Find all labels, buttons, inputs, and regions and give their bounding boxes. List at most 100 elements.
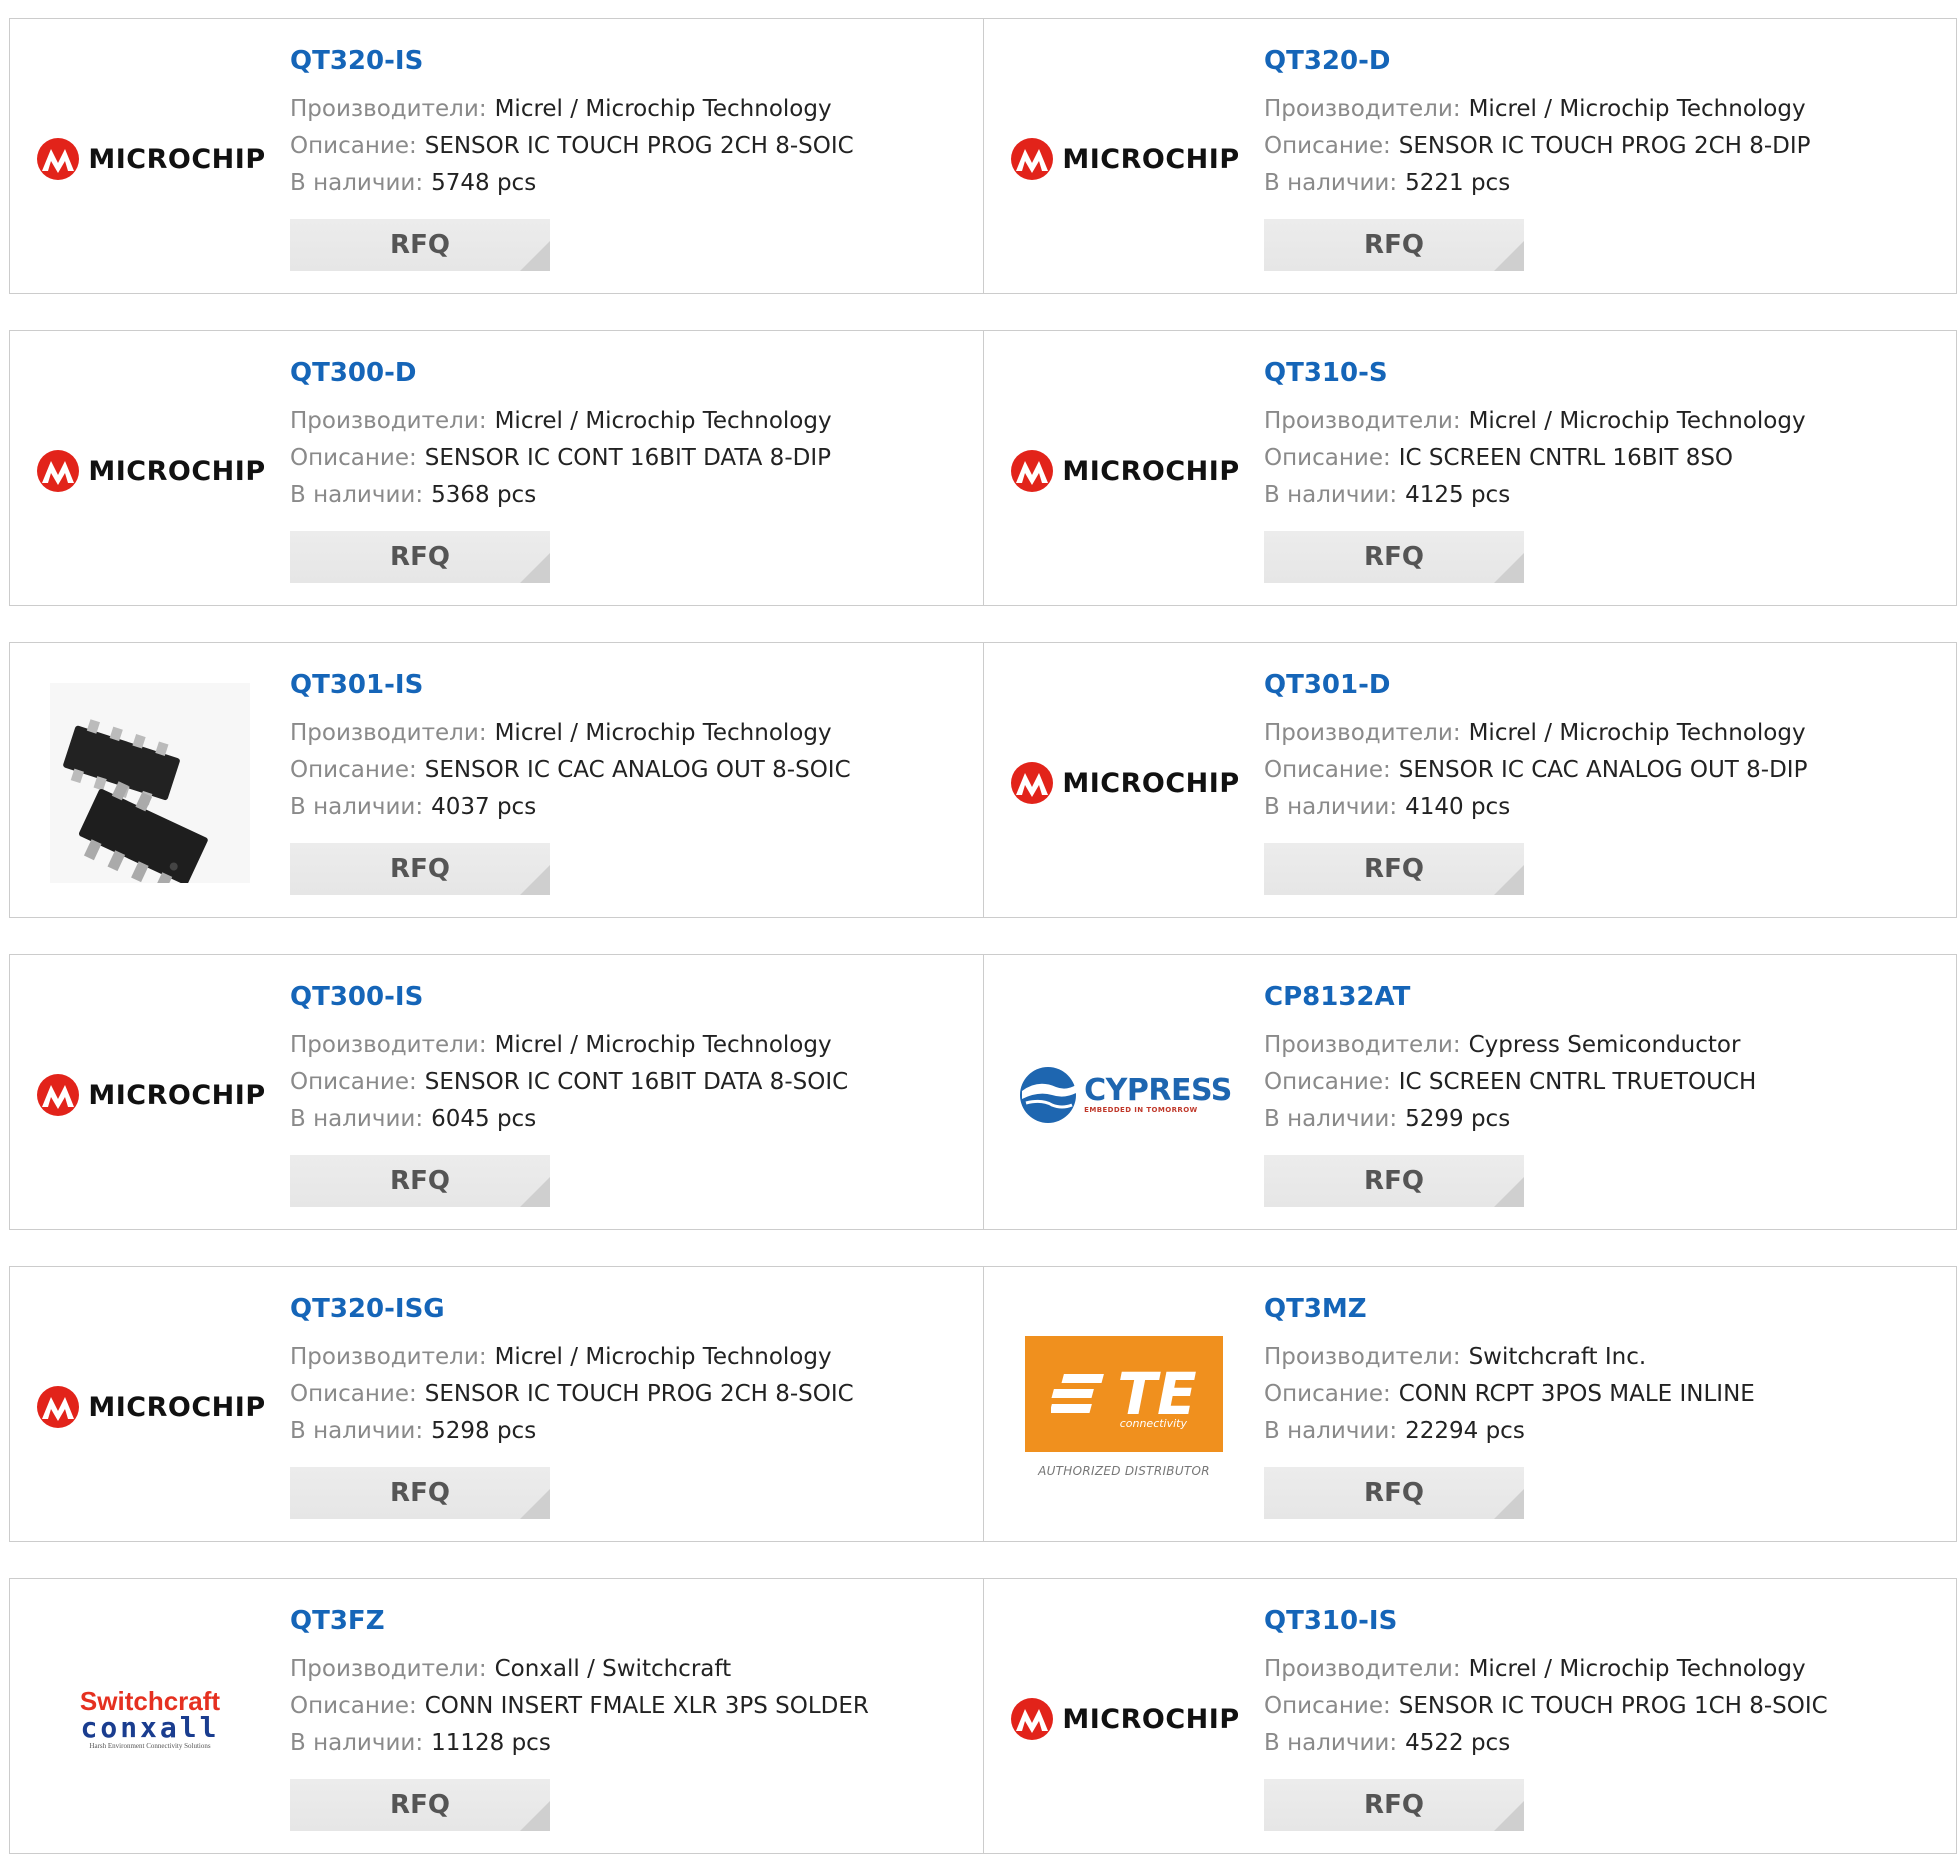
manufacturer-value: Switchcraft Inc. [1468,1344,1647,1370]
rfq-button[interactable]: RFQ [290,219,550,271]
microchip-wordmark: MICROCHIP [88,143,266,175]
part-number-link[interactable]: QT301-D [1264,669,1807,701]
description-label: Описание: [290,1069,417,1095]
rfq-button[interactable]: RFQ [290,1467,550,1519]
rfq-button[interactable]: RFQ [1264,219,1524,271]
manufacturer-logo[interactable]: MICROCHIP [37,995,265,1195]
manufacturer-logo[interactable]: MICROCHIP [1011,59,1239,259]
part-number-link[interactable]: QT301-IS [290,669,851,701]
rfq-button[interactable]: RFQ [1264,1467,1524,1519]
product-info: QT3MZ Производители: Switchcraft Inc. Описа… [1264,1293,1755,1450]
manufacturer-logo[interactable]: MICROCHIP [1011,683,1239,883]
rfq-button[interactable]: RFQ [290,843,550,895]
part-number-link[interactable]: QT310-S [1264,357,1806,389]
description-value: SENSOR IC CAC ANALOG OUT 8-DIP [1398,757,1808,783]
stock-value: 5299 pcs [1405,1106,1511,1132]
stock-label: В наличии: [290,170,424,196]
stock-line: В наличии: 5368 pcs [290,477,832,514]
chip-image [50,683,250,883]
part-number-link[interactable]: QT3FZ [290,1605,869,1637]
product-card: MICROCHIP QT320-IS Производители: Micrel / … [10,19,983,293]
description-line: Описание: SENSOR IC CAC ANALOG OUT 8-DIP [1264,752,1807,789]
part-number-link[interactable]: QT310-IS [1264,1605,1828,1637]
description-line: Описание: SENSOR IC TOUCH PROG 2CH 8-DIP [1264,128,1811,165]
part-number-link[interactable]: QT300-IS [290,981,848,1013]
manufacturer-logo[interactable]: MICROCHIP [1011,1619,1239,1819]
manufacturer-line: Производители: Micrel / Microchip Technol… [290,715,851,752]
part-number-link[interactable]: QT320-IS [290,45,854,77]
manufacturer-logo[interactable]: MICROCHIP [1011,371,1239,571]
manufacturer-value: Micrel / Microchip Technology [1468,1656,1806,1682]
rfq-button[interactable]: RFQ [1264,1155,1524,1207]
rfq-button[interactable]: RFQ [290,531,550,583]
rfq-button[interactable]: RFQ [1264,531,1524,583]
product-card: Switchcraft conxall Harsh Environment Conn… [10,1579,983,1853]
microchip-wordmark: MICROCHIP [1062,143,1240,175]
stock-value: 4125 pcs [1405,482,1511,508]
manufacturer-value: Micrel / Microchip Technology [1468,720,1806,746]
description-value: SENSOR IC CONT 16BIT DATA 8-SOIC [424,1069,849,1095]
stock-label: В наличии: [290,482,424,508]
conxall-wordmark: conxall [80,1711,220,1744]
description-value: CONN INSERT FMALE XLR 3PS SOLDER [424,1693,869,1719]
stock-label: В наличии: [1264,1106,1398,1132]
product-info: CP8132AT Производители: Cypress Semiconduc… [1264,981,1756,1138]
manufacturer-line: Производители: Micrel / Microchip Technol… [1264,715,1807,752]
manufacturer-logo[interactable]: MICROCHIP [37,371,265,571]
microchip-icon [37,138,80,180]
te-sub: connectivity [1119,1417,1187,1430]
cypress-wordmark: CYPRESS [1084,1073,1232,1108]
manufacturer-value: Micrel / Microchip Technology [494,1344,832,1370]
manufacturer-value: Cypress Semiconductor [1468,1032,1741,1058]
rfq-button[interactable]: RFQ [290,1779,550,1831]
description-line: Описание: SENSOR IC TOUCH PROG 1CH 8-SOIC [1264,1688,1828,1725]
part-number-link[interactable]: QT320-D [1264,45,1811,77]
description-label: Описание: [1264,445,1391,471]
stock-line: В наличии: 11128 pcs [290,1725,869,1762]
manufacturer-line: Производители: Micrel / Microchip Technol… [1264,403,1806,440]
microchip-icon [1011,450,1054,492]
part-number-link[interactable]: CP8132AT [1264,981,1756,1013]
manufacturer-logo[interactable]: TE connectivity AUTHORIZED DISTRIBUTOR [1024,1307,1224,1507]
microchip-wordmark: MICROCHIP [1062,455,1240,487]
product-info: QT301-IS Производители: Micrel / Microchip… [290,669,851,826]
microchip-icon [37,1074,80,1116]
description-value: IC SCREEN CNTRL 16BIT 8SO [1398,445,1734,471]
rfq-button[interactable]: RFQ [1264,843,1524,895]
description-value: SENSOR IC CONT 16BIT DATA 8-DIP [424,445,831,471]
stock-label: В наличии: [290,1106,424,1132]
part-number-link[interactable]: QT320-ISG [290,1293,854,1325]
manufacturer-logo[interactable]: MICROCHIP [37,59,265,259]
product-card: MICROCHIP QT301-D Производители: Micrel / M… [983,643,1956,917]
manufacturer-value: Conxall / Switchcraft [494,1656,732,1682]
product-card: TE connectivity AUTHORIZED DISTRIBUTOR QT3M… [983,1267,1956,1541]
te-distributor-text: AUTHORIZED DISTRIBUTOR [1038,1464,1210,1478]
part-number-link[interactable]: QT300-D [290,357,832,389]
manufacturer-label: Производители: [1264,1344,1461,1370]
description-label: Описание: [1264,1381,1391,1407]
manufacturer-label: Производители: [1264,1656,1461,1682]
product-info: QT301-D Производители: Micrel / Microchip … [1264,669,1807,826]
rfq-button[interactable]: RFQ [1264,1779,1524,1831]
rfq-button[interactable]: RFQ [290,1155,550,1207]
cypress-logo: CYPRESS EMBEDDED IN TOMORROW [1016,1065,1232,1125]
manufacturer-logo[interactable]: CYPRESS EMBEDDED IN TOMORROW [1020,995,1232,1195]
stock-label: В наличии: [290,1730,424,1756]
manufacturer-line: Производители: Cypress Semiconductor [1264,1027,1756,1064]
manufacturer-logo[interactable]: MICROCHIP [37,1307,265,1507]
description-value: SENSOR IC TOUCH PROG 2CH 8-SOIC [424,133,854,159]
stock-value: 6045 pcs [431,1106,537,1132]
part-number-link[interactable]: QT3MZ [1264,1293,1755,1325]
manufacturer-logo[interactable] [50,683,250,883]
description-label: Описание: [1264,133,1391,159]
stock-line: В наличии: 4522 pcs [1264,1725,1828,1762]
stock-label: В наличии: [1264,482,1398,508]
stock-value: 4522 pcs [1405,1730,1511,1756]
stock-line: В наличии: 5221 pcs [1264,165,1811,202]
microchip-wordmark: MICROCHIP [1062,1703,1240,1735]
product-card: MICROCHIP QT320-ISG Производители: Micrel /… [10,1267,983,1541]
manufacturer-logo[interactable]: Switchcraft conxall Harsh Environment Conn… [50,1619,250,1819]
microchip-logo: MICROCHIP [34,1385,265,1429]
product-row: MICROCHIP QT300-D Производители: Micrel / M… [9,330,1957,606]
stock-line: В наличии: 4037 pcs [290,789,851,826]
